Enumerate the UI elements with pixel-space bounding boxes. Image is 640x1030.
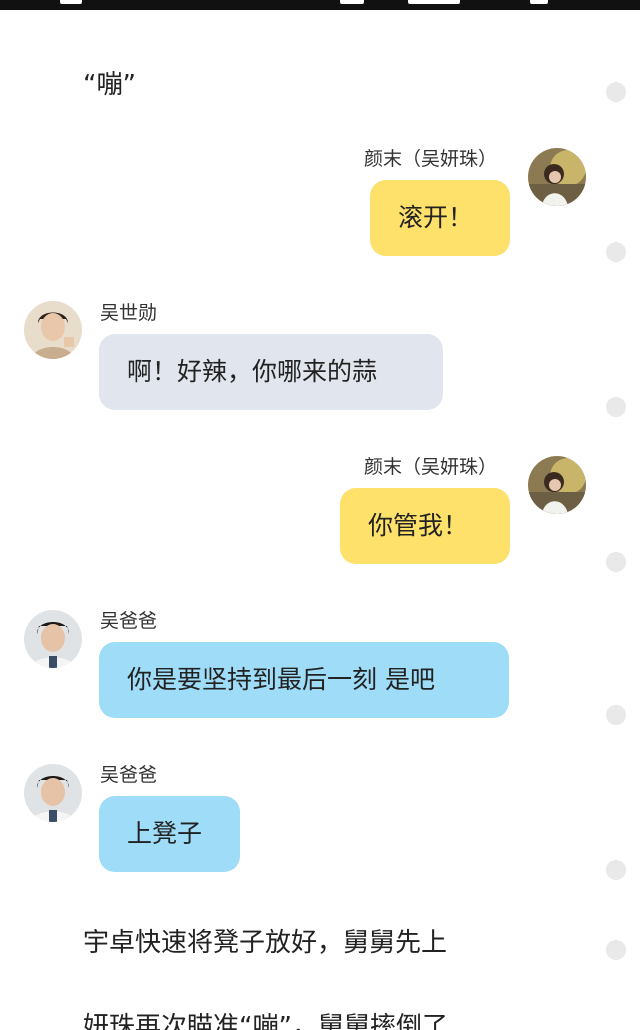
scroll-dot	[606, 242, 626, 262]
avatar[interactable]	[528, 148, 586, 206]
scroll-dot	[606, 705, 626, 725]
status-bar	[0, 0, 640, 10]
message-bubble[interactable]: 你管我！	[340, 488, 510, 564]
avatar-image	[24, 610, 82, 668]
scroll-dot	[606, 82, 626, 102]
status-icon	[530, 0, 548, 4]
sender-name: 颜末（吴妍珠）	[363, 148, 497, 170]
avatar[interactable]	[24, 764, 82, 822]
narration-text: 妍珠再次瞄准“嘣”，舅舅摔倒了	[83, 1012, 448, 1030]
message-bubble[interactable]: 啊！好辣，你哪来的蒜	[99, 334, 443, 410]
sender-name: 吴爸爸	[100, 764, 158, 786]
avatar[interactable]	[528, 456, 586, 514]
message-bubble[interactable]: 滚开！	[370, 180, 510, 256]
status-icon	[340, 0, 364, 4]
avatar[interactable]	[24, 610, 82, 668]
scroll-dot	[606, 940, 626, 960]
avatar-image	[528, 456, 586, 514]
avatar-image	[24, 764, 82, 822]
avatar-image	[24, 301, 82, 359]
narration-text: 宇卓快速将凳子放好，舅舅先上	[83, 928, 448, 958]
chat-screen: “嘣” 颜末（吴妍珠） 滚开！ 吴世勋 啊！好辣，你哪来的蒜 颜末（吴妍珠） 你…	[0, 0, 640, 1030]
status-icon	[60, 0, 82, 4]
scroll-dot	[606, 552, 626, 572]
scroll-dot	[606, 397, 626, 417]
status-icon	[408, 0, 460, 4]
sender-name: 吴世勋	[100, 302, 158, 324]
narration-text: “嘣”	[83, 70, 136, 100]
sender-name: 颜末（吴妍珠）	[363, 456, 497, 478]
avatar[interactable]	[24, 301, 82, 359]
avatar-image	[528, 148, 586, 206]
scroll-dot	[606, 860, 626, 880]
sender-name: 吴爸爸	[100, 610, 158, 632]
message-bubble[interactable]: 你是要坚持到最后一刻 是吧	[99, 642, 509, 718]
message-bubble[interactable]: 上凳子	[99, 796, 240, 872]
